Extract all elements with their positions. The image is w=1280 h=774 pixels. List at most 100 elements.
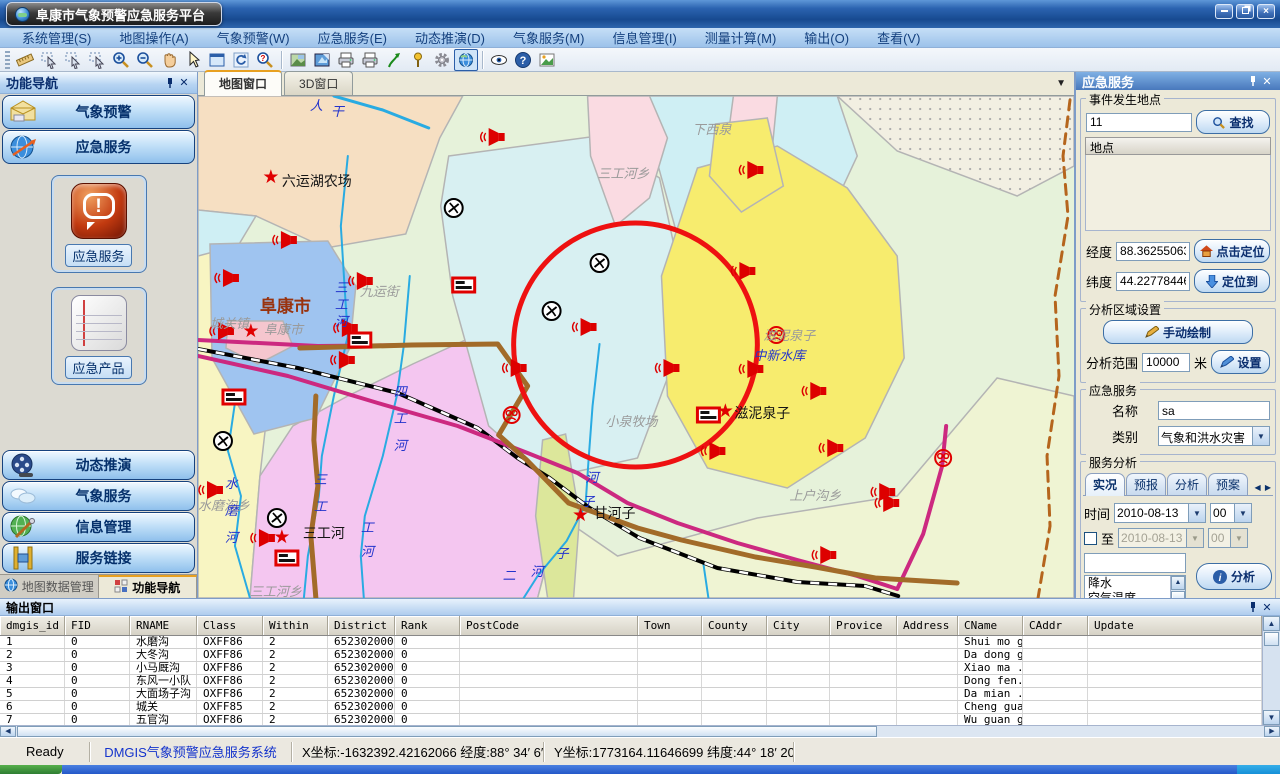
column-header-CName[interactable]: CName <box>958 616 1023 635</box>
menu-item-信息管理I[interactable]: 信息管理(I) <box>599 28 691 47</box>
pointer-icon[interactable] <box>181 49 205 71</box>
full-extent-icon[interactable] <box>205 49 229 71</box>
table-row[interactable]: 50大面场子沟OXFF8626523020000Da mian ... <box>0 688 1262 701</box>
close-button[interactable]: × <box>1257 4 1275 19</box>
map-tab-地图窗口[interactable]: 地图窗口 <box>204 70 282 96</box>
to-checkbox[interactable] <box>1084 532 1097 545</box>
minimize-button[interactable] <box>1215 4 1233 19</box>
zoom-in-icon[interactable] <box>109 49 133 71</box>
locate-click-button[interactable]: 点击定位 <box>1194 239 1270 263</box>
scroll-down-icon[interactable]: ▼ <box>1263 710 1280 725</box>
identify-icon[interactable]: ? <box>253 49 277 71</box>
refresh-icon[interactable] <box>229 49 253 71</box>
tab-scroll-arrows[interactable]: ◀ ▶ <box>1254 483 1272 492</box>
column-header-City[interactable]: City <box>767 616 830 635</box>
chevron-down-icon[interactable]: ▼ <box>1252 427 1269 445</box>
column-header-Town[interactable]: Town <box>638 616 702 635</box>
pan-hand-icon[interactable] <box>157 49 181 71</box>
list-scrollbar[interactable]: ▲ <box>1170 576 1185 598</box>
sidebar-section-信息管理[interactable]: 信息管理 <box>2 512 195 542</box>
attribute-table[interactable]: dmgis_idFIDRNAMEClassWithinDistrictRankP… <box>0 616 1262 725</box>
mine-symbol-icon[interactable] <box>214 432 232 450</box>
analysis-tab-预案[interactable]: 预案 <box>1208 473 1248 495</box>
print-icon[interactable] <box>334 49 358 71</box>
column-header-CAddr[interactable]: CAddr <box>1023 616 1088 635</box>
column-header-County[interactable]: County <box>702 616 767 635</box>
menu-item-气象服务M[interactable]: 气象服务(M) <box>499 28 599 47</box>
sidebar-section-服务链接[interactable]: 服务链接 <box>2 543 195 573</box>
menu-item-查看V[interactable]: 查看(V) <box>863 28 934 47</box>
column-header-Class[interactable]: Class <box>197 616 263 635</box>
column-header-RNAME[interactable]: RNAME <box>130 616 197 635</box>
table-row[interactable]: 70五官沟OXFF8626523020000Wu guan gou <box>0 714 1262 725</box>
longitude-input[interactable] <box>1116 242 1190 261</box>
menu-item-测量计算M[interactable]: 测量计算(M) <box>691 28 791 47</box>
map-tab-3D窗口[interactable]: 3D窗口 <box>284 71 353 95</box>
station-flag-icon[interactable] <box>276 551 298 565</box>
sidebar-section-动态推演[interactable]: 动态推演 <box>2 450 195 480</box>
chevron-down-icon[interactable]: ▼ <box>1056 78 1066 89</box>
service-type-select[interactable]: 气象和洪水灾害 ▼ <box>1158 426 1270 446</box>
menu-item-输出O[interactable]: 输出(O) <box>790 28 863 47</box>
close-panel-icon[interactable]: ✕ <box>1260 74 1274 88</box>
flow-arrow-icon[interactable] <box>382 49 406 71</box>
analysis-tab-预报[interactable]: 预报 <box>1126 473 1166 495</box>
pin-icon[interactable] <box>163 76 177 90</box>
hour-select[interactable]: 00▼ <box>1210 503 1252 523</box>
scroll-right-icon[interactable]: ▶ <box>1264 726 1280 737</box>
menu-item-地图操作A[interactable]: 地图操作(A) <box>105 28 202 47</box>
close-panel-icon[interactable]: ✕ <box>1260 600 1274 614</box>
sidebar-section-应急服务[interactable]: 应急服务 <box>2 130 195 164</box>
globe-layers-icon[interactable] <box>454 49 478 71</box>
element-list[interactable]: 降水空气温度 ▲ <box>1084 575 1186 598</box>
mine-symbol-icon[interactable] <box>591 254 609 272</box>
service-name-input[interactable] <box>1158 401 1270 420</box>
scene-export-icon[interactable] <box>310 49 334 71</box>
sidebar-section-气象服务[interactable]: 气象服务 <box>2 481 195 511</box>
pin-icon[interactable] <box>1246 600 1260 614</box>
output-vertical-scrollbar[interactable]: ▲ ▼ <box>1262 616 1280 725</box>
search-button[interactable]: 查找 <box>1196 110 1270 134</box>
select-cursor-icon[interactable] <box>37 49 61 71</box>
mine-symbol-icon[interactable] <box>543 302 561 320</box>
table-row[interactable]: 40东风一小队OXFF8626523020000Dong fen... <box>0 675 1262 688</box>
column-header-District[interactable]: District <box>328 616 395 635</box>
pin-icon[interactable] <box>1246 74 1260 88</box>
column-header-Address[interactable]: Address <box>897 616 958 635</box>
deselect-icon[interactable] <box>85 49 109 71</box>
column-header-Provice[interactable]: Provice <box>830 616 897 635</box>
analysis-tab-分析[interactable]: 分析 <box>1167 473 1207 495</box>
location-list[interactable] <box>1085 155 1271 231</box>
settings-gear-icon[interactable] <box>430 49 454 71</box>
ruler-icon[interactable] <box>13 49 37 71</box>
print-setup-icon[interactable] <box>358 49 382 71</box>
menu-item-系统管理S[interactable]: 系统管理(S) <box>8 28 105 47</box>
column-header-FID[interactable]: FID <box>65 616 130 635</box>
column-header-PostCode[interactable]: PostCode <box>460 616 638 635</box>
analysis-tab-实况[interactable]: 实况 <box>1085 473 1125 496</box>
table-row[interactable]: 60城关OXFF8526523020000Cheng guan <box>0 701 1262 714</box>
date-select[interactable]: 2010-08-13▼ <box>1114 503 1206 523</box>
menu-item-应急服务E[interactable]: 应急服务(E) <box>304 28 401 47</box>
manual-draw-button[interactable]: 手动绘制 <box>1103 320 1253 344</box>
eye-icon[interactable] <box>487 49 511 71</box>
element-combo[interactable] <box>1084 553 1186 573</box>
zoom-out-icon[interactable] <box>133 49 157 71</box>
station-flag-icon[interactable] <box>223 390 245 404</box>
sidebar-section-气象预警[interactable]: 气象预警 <box>2 95 195 129</box>
restore-button[interactable] <box>1236 4 1254 19</box>
menu-item-气象预警W[interactable]: 气象预警(W) <box>203 28 304 47</box>
column-header-Within[interactable]: Within <box>263 616 328 635</box>
table-row[interactable]: 20大冬沟OXFF8626523020000Da dong gou <box>0 649 1262 662</box>
mine-symbol-icon[interactable] <box>445 199 463 217</box>
shortcut-应急产品[interactable]: 应急产品 <box>51 287 147 385</box>
shortcut-应急服务[interactable]: !应急服务 <box>51 175 147 273</box>
scroll-left-icon[interactable]: ◀ <box>0 726 16 737</box>
locate-to-button[interactable]: 定位到 <box>1194 269 1270 293</box>
sidebar-tab-地图数据管理[interactable]: 地图数据管理 <box>0 575 99 598</box>
marquee-select-icon[interactable] <box>61 49 85 71</box>
output-horizontal-scrollbar[interactable]: ◀ ▶ <box>0 725 1280 737</box>
column-header-dmgis_id[interactable]: dmgis_id <box>0 616 65 635</box>
placemark-icon[interactable] <box>406 49 430 71</box>
column-header-Rank[interactable]: Rank <box>395 616 460 635</box>
